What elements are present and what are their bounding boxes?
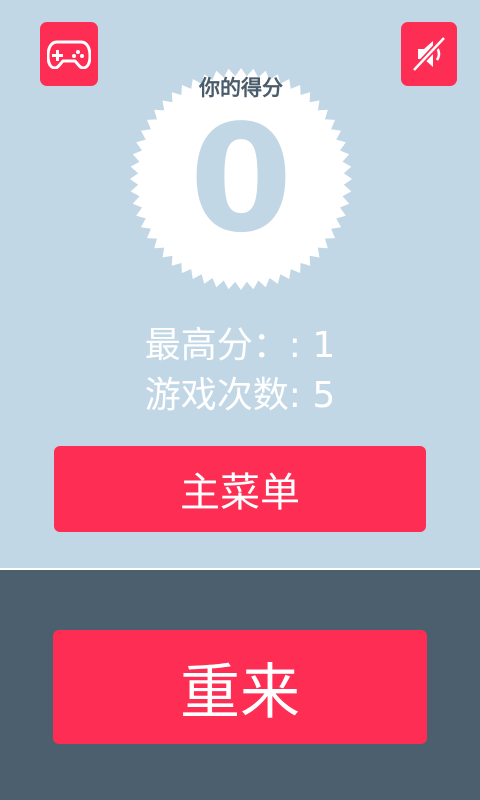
main-menu-button[interactable]: 主菜单 [54,446,426,532]
game-over-screen: 你的得分 0 最高分：: 1 游戏次数: 5 主菜单 重来 [0,0,480,800]
games-played-text: 游戏次数: 5 [144,375,336,416]
sound-toggle-button[interactable] [401,22,457,86]
sound-muted-icon [411,35,447,73]
score-badge: 你的得分 0 [129,66,353,292]
bottom-panel: 重来 [0,568,480,800]
gamepad-icon [47,40,91,69]
retry-button[interactable]: 重来 [53,630,427,744]
best-score-text: 最高分：: 1 [144,325,336,366]
games-button[interactable] [40,22,98,86]
current-score: 0 [189,93,293,265]
